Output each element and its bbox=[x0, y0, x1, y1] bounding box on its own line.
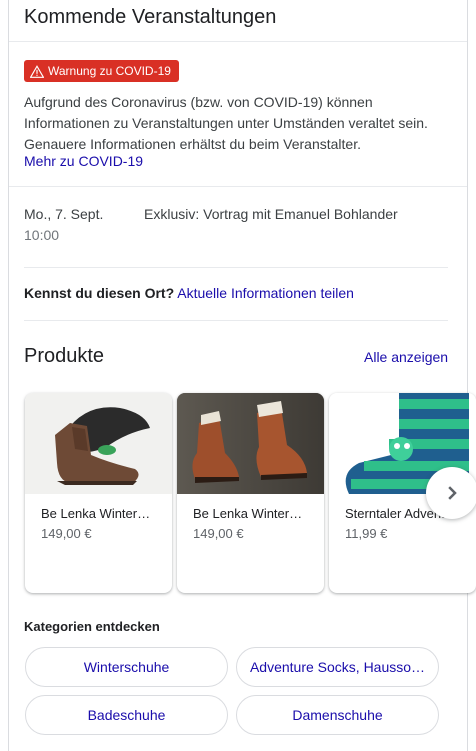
products-heading: Produkte bbox=[24, 345, 105, 367]
divider bbox=[9, 41, 467, 42]
covid-notice-text: Aufgrund des Coronavirus (bzw. von COVID… bbox=[24, 94, 428, 152]
covid-warning-badge: Warnung zu COVID-19 bbox=[24, 60, 179, 82]
chip-label: Badeschuhe bbox=[87, 707, 166, 723]
product-image bbox=[25, 393, 172, 494]
event-date: Mo., 7. Sept. bbox=[24, 206, 104, 222]
product-name: Be Lenka Winter… bbox=[41, 506, 151, 521]
carousel-next-button[interactable] bbox=[426, 467, 476, 519]
section-title: Kommende Veranstaltungen bbox=[24, 6, 277, 28]
category-chip-damenschuhe[interactable]: Damenschuhe bbox=[236, 695, 439, 735]
share-info-link[interactable]: Aktuelle Informationen teilen bbox=[177, 285, 354, 301]
event-time: 10:00 bbox=[24, 227, 60, 243]
divider bbox=[24, 320, 448, 321]
product-price: 149,00 € bbox=[193, 526, 244, 541]
chevron-right-icon bbox=[448, 486, 457, 500]
warning-icon bbox=[30, 64, 44, 78]
product-name: Be Lenka Winter… bbox=[193, 506, 303, 521]
place-feedback: Kennst du diesen Ort? Aktuelle Informati… bbox=[24, 285, 354, 301]
chip-label: Adventure Socks, Hausso… bbox=[249, 659, 426, 675]
category-chip-adventure-socks[interactable]: Adventure Socks, Hausso… bbox=[236, 647, 439, 687]
categories-heading: Kategorien entdecken bbox=[24, 619, 160, 634]
product-image bbox=[177, 393, 324, 494]
divider bbox=[9, 186, 467, 187]
product-price: 149,00 € bbox=[41, 526, 92, 541]
category-chip-winterschuhe[interactable]: Winterschuhe bbox=[25, 647, 228, 687]
divider bbox=[24, 267, 448, 268]
place-question: Kennst du diesen Ort? bbox=[24, 285, 175, 301]
chip-label: Winterschuhe bbox=[83, 659, 170, 675]
product-card[interactable]: Be Lenka Winter… 149,00 € bbox=[177, 393, 324, 593]
covid-warning-label: Warnung zu COVID-19 bbox=[48, 64, 171, 78]
product-card[interactable]: Be Lenka Winter… 149,00 € bbox=[25, 393, 172, 593]
category-chip-badeschuhe[interactable]: Badeschuhe bbox=[25, 695, 228, 735]
chip-label: Damenschuhe bbox=[292, 707, 383, 723]
show-all-link[interactable]: Alle anzeigen bbox=[364, 349, 448, 365]
product-price: 11,99 € bbox=[345, 526, 388, 541]
covid-more-link[interactable]: Mehr zu COVID-19 bbox=[24, 153, 143, 169]
event-title[interactable]: Exklusiv: Vortrag mit Emanuel Bohlander bbox=[144, 206, 398, 222]
